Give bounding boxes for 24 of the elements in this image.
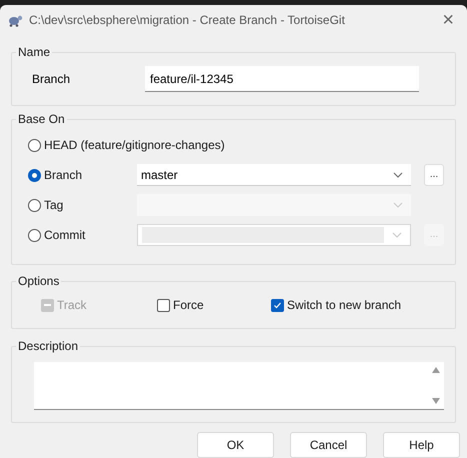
group-title: Description [16, 338, 80, 354]
dialog-button[interactable]: Help [383, 432, 460, 458]
radio-button[interactable]: Branch [28, 166, 134, 184]
dialog-button[interactable]: OK [197, 432, 274, 458]
branch-label: Branch [32, 71, 72, 88]
dash-icon [44, 304, 51, 306]
dialog-button[interactable]: Cancel [290, 432, 367, 458]
group-title: Options [16, 273, 62, 289]
checkbox[interactable]: Force [157, 296, 271, 314]
turtle-icon [7, 13, 23, 27]
chevron-down-icon [392, 232, 402, 238]
close-button[interactable]: × [436, 10, 460, 30]
branch-name-field[interactable]: feature/il-12345 [145, 66, 419, 92]
description-field[interactable] [34, 362, 444, 410]
scroll-up-icon [432, 367, 440, 373]
check-icon [273, 300, 282, 310]
radio-button[interactable]: HEAD (feature/gitignore-changes) [28, 136, 225, 154]
browse-button[interactable]: ... [424, 164, 444, 186]
chevron-down-icon [393, 202, 403, 208]
scroll-down-icon [432, 398, 440, 404]
window-title: C:\dev\src\ebsphere\migration - Create Branch - TortoiseGit [29, 12, 346, 29]
dropdown[interactable]: master [137, 164, 411, 186]
checkbox[interactable]: Switch to new branch [271, 296, 402, 314]
chevron-down-icon [393, 172, 403, 178]
